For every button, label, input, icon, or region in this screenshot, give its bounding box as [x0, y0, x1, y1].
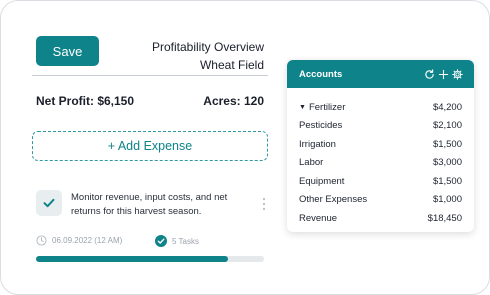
account-row-pesticides[interactable]: Pesticides $2,100 [287, 117, 474, 136]
net-profit-label: Net Profit: $6,150 [36, 94, 135, 108]
gear-icon[interactable] [452, 68, 463, 80]
accounts-panel: Accounts ▼ Fertilizer $4,200 Pesticides … [287, 60, 474, 232]
accounts-header: Accounts [287, 60, 474, 88]
task-checkbox[interactable] [36, 190, 62, 216]
account-label: Labor [299, 157, 324, 169]
account-row-fertilizer[interactable]: ▼ Fertilizer $4,200 [287, 98, 474, 117]
refresh-icon[interactable] [424, 68, 435, 80]
account-row-labor[interactable]: Labor $3,000 [287, 154, 474, 173]
divider [32, 75, 268, 76]
account-label: Revenue [299, 212, 338, 224]
task-date: 06.09.2022 (12 AM) [36, 235, 122, 246]
task-count: 5 Tasks [155, 235, 199, 247]
task-description: Monitor revenue, input costs, and net re… [71, 192, 228, 217]
title-line-1: Profitability Overview [151, 40, 264, 54]
page-title: Profitability Overview Wheat Field [152, 38, 264, 74]
progress-fill [36, 256, 228, 262]
accounts-list: ▼ Fertilizer $4,200 Pesticides $2,100 Ir… [287, 88, 474, 228]
account-value: $1,500 [432, 175, 462, 187]
save-button[interactable]: Save [36, 36, 99, 66]
account-label: Irrigation [299, 138, 336, 150]
progress-bar [36, 256, 264, 262]
check-circle-icon [155, 235, 167, 247]
account-label: Fertilizer [308, 101, 346, 113]
clock-icon [36, 235, 47, 246]
account-label: Equipment [299, 175, 345, 187]
account-value: $4,200 [432, 101, 462, 113]
accounts-header-icons [424, 68, 463, 80]
account-value: $1,000 [432, 194, 462, 206]
account-value: $1,500 [432, 138, 462, 150]
account-value: $3,000 [432, 157, 462, 169]
account-value: $2,100 [432, 120, 462, 132]
acres-label: Acres: 120 [203, 94, 264, 108]
account-row-other-expenses[interactable]: Other Expenses $1,000 [287, 191, 474, 210]
kebab-icon[interactable] [261, 198, 267, 214]
caret-down-icon[interactable]: ▼ [299, 104, 306, 111]
account-label: Pesticides [299, 120, 343, 132]
accounts-title: Accounts [299, 68, 343, 80]
account-row-revenue[interactable]: Revenue $18,450 [287, 209, 474, 228]
account-row-equipment[interactable]: Equipment $1,500 [287, 172, 474, 191]
account-value: $18,450 [427, 212, 462, 224]
add-expense-button[interactable]: + Add Expense [32, 131, 268, 161]
task-count-text: 5 Tasks [172, 236, 199, 246]
task-date-text: 06.09.2022 (12 AM) [52, 236, 123, 245]
plus-icon[interactable] [438, 69, 449, 80]
account-row-irrigation[interactable]: Irrigation $1,500 [287, 135, 474, 154]
account-label: Other Expenses [299, 194, 368, 206]
check-icon [43, 198, 55, 208]
title-line-2: Wheat Field [199, 58, 264, 72]
